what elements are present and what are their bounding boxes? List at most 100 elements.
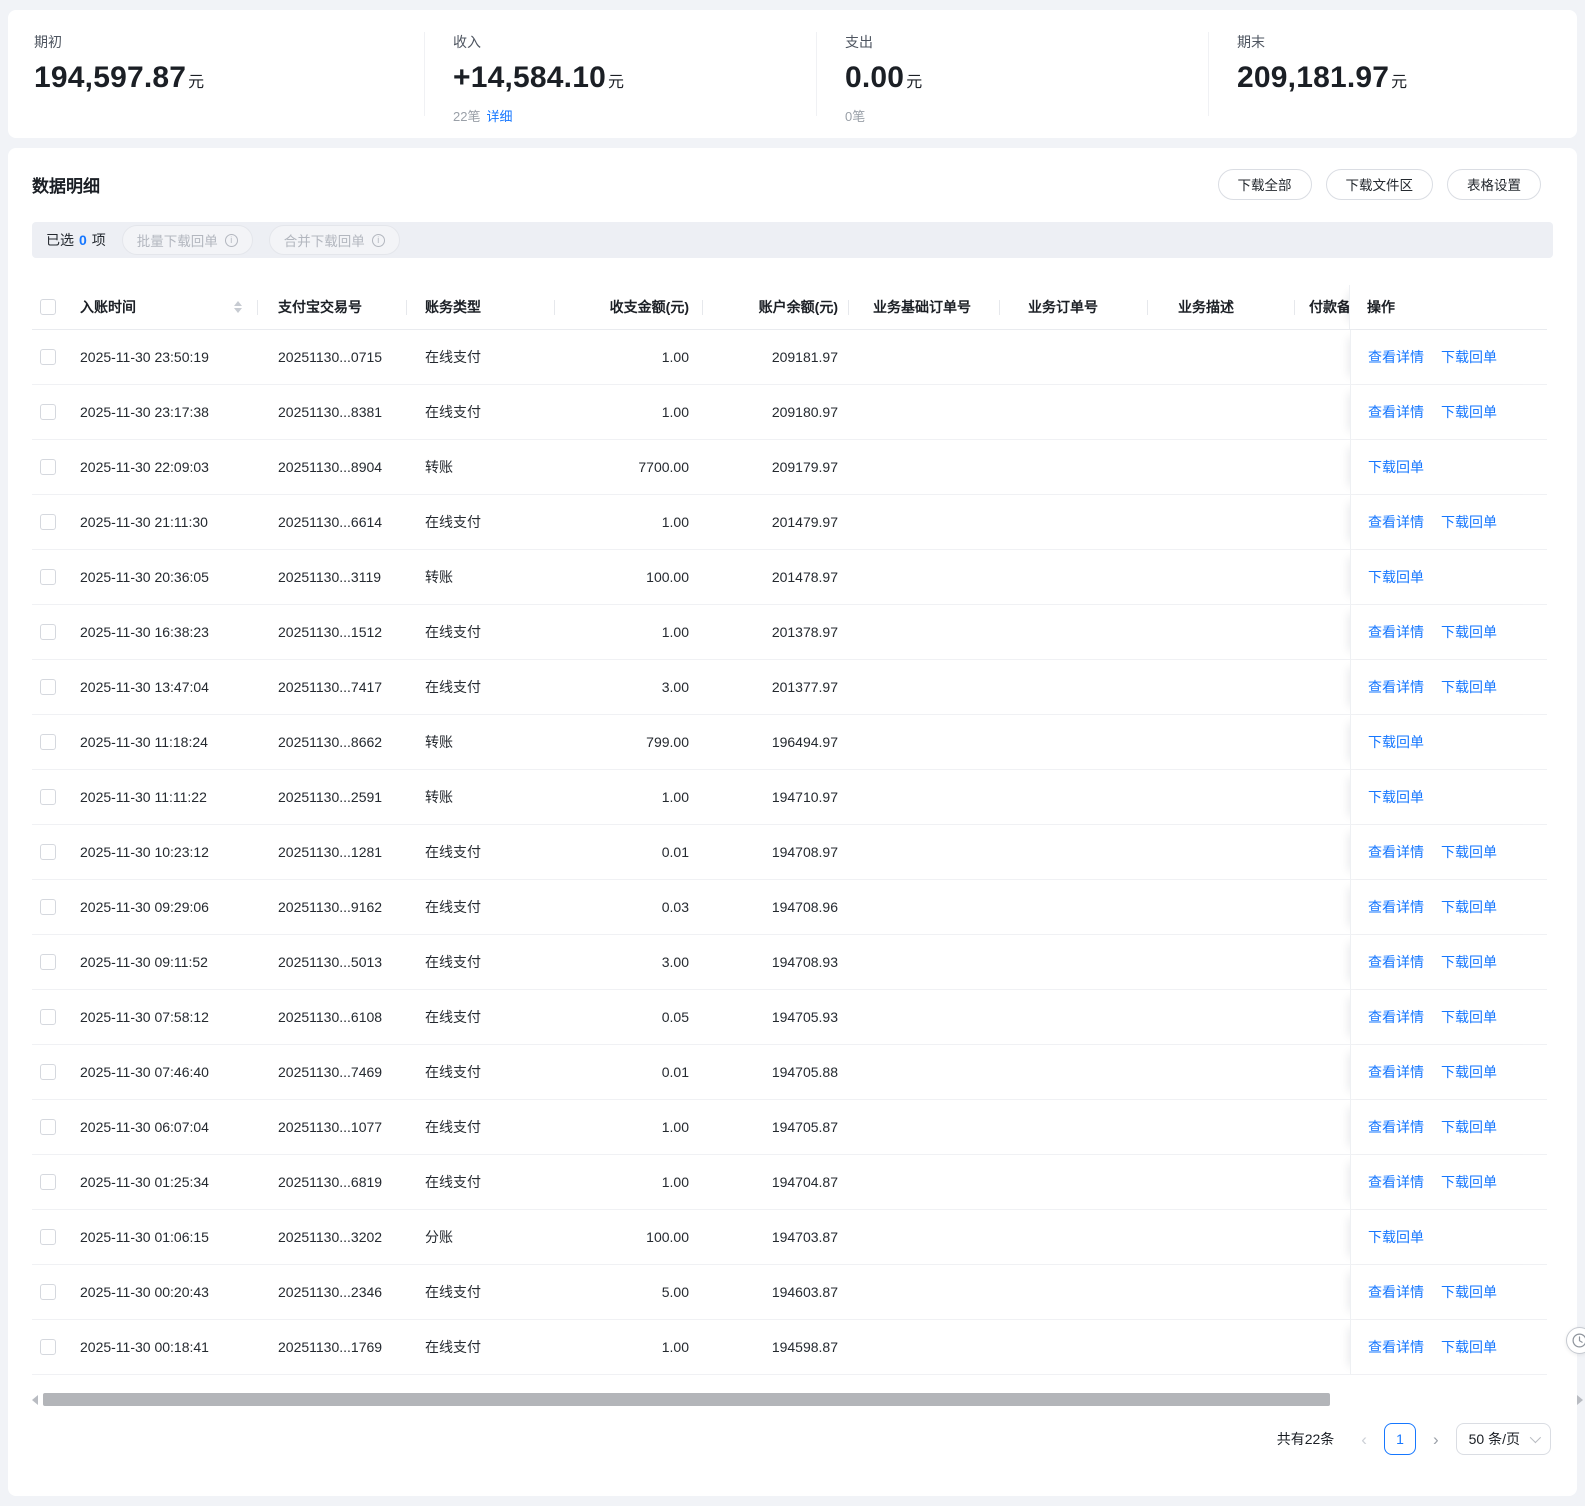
cell-desc [1148,935,1295,989]
row-checkbox[interactable] [40,899,56,915]
download-receipt-link[interactable]: 下载回单 [1441,347,1497,367]
view-detail-link[interactable]: 查看详情 [1368,1117,1424,1137]
select-all-cell [32,285,66,329]
page-size-select[interactable]: 50 条/页 [1455,1423,1551,1455]
download-receipt-link[interactable]: 下载回单 [1441,1117,1497,1137]
row-checkbox[interactable] [40,514,56,530]
prev-page-icon[interactable]: ‹ [1359,1431,1369,1448]
view-detail-link[interactable]: 查看详情 [1368,1282,1424,1302]
cell-balance: 196494.97 [771,734,838,750]
scroll-right-arrow-icon[interactable] [1577,1395,1583,1405]
stat-value: 0.00 元 [845,61,923,94]
download-receipt-link[interactable]: 下载回单 [1441,952,1497,972]
row-checkbox[interactable] [40,1229,56,1245]
row-checkbox[interactable] [40,1284,56,1300]
sort-icon[interactable] [234,301,242,313]
view-detail-link[interactable]: 查看详情 [1368,677,1424,697]
cell-actions: 查看详情 下载回单 [1350,880,1547,934]
view-detail-link[interactable]: 查看详情 [1368,1007,1424,1027]
view-detail-link[interactable]: 查看详情 [1368,1172,1424,1192]
stat-sub: 0笔 [845,106,1208,125]
chevron-down-icon [1529,1431,1542,1444]
page-number-button[interactable]: 1 [1383,1423,1416,1455]
expense-count: 0笔 [845,109,866,124]
select-all-checkbox[interactable] [40,299,56,315]
download-receipt-link[interactable]: 下载回单 [1441,512,1497,532]
download-receipt-link[interactable]: 下载回单 [1441,677,1497,697]
view-detail-link[interactable]: 查看详情 [1368,897,1424,917]
cell-base-order [849,825,1000,879]
download-file-area-button[interactable]: 下载文件区 [1325,168,1433,200]
view-detail-link[interactable]: 查看详情 [1368,622,1424,642]
view-detail-link[interactable]: 查看详情 [1368,952,1424,972]
row-checkbox[interactable] [40,1339,56,1355]
row-checkbox[interactable] [40,624,56,640]
currency-unit: 元 [906,74,923,91]
cell-time: 2025-11-30 01:25:34 [80,1174,209,1190]
download-receipt-link[interactable]: 下载回单 [1368,787,1424,807]
table-row: 2025-11-30 01:25:34 20251130...6819 在线支付… [32,1155,1547,1210]
row-checkbox[interactable] [40,679,56,695]
download-receipt-link[interactable]: 下载回单 [1368,732,1424,752]
download-receipt-link[interactable]: 下载回单 [1441,842,1497,862]
download-receipt-link[interactable]: 下载回单 [1441,622,1497,642]
row-checkbox[interactable] [40,404,56,420]
scroll-left-arrow-icon[interactable] [32,1395,38,1405]
cell-remark [1295,770,1349,824]
cell-desc [1148,880,1295,934]
cell-actions: 查看详情 下载回单 [1350,1265,1547,1319]
row-checkbox[interactable] [40,954,56,970]
download-receipt-link[interactable]: 下载回单 [1368,567,1424,587]
row-checkbox[interactable] [40,734,56,750]
horizontal-scrollbar[interactable] [32,1393,1583,1407]
download-receipt-link[interactable]: 下载回单 [1441,1062,1497,1082]
table-row: 2025-11-30 23:17:38 20251130...8381 在线支付… [32,385,1547,440]
batch-download-receipt-button[interactable]: 批量下载回单 i [121,225,253,255]
scrollbar-thumb[interactable] [43,1393,1330,1406]
view-detail-link[interactable]: 查看详情 [1368,402,1424,422]
view-detail-link[interactable]: 查看详情 [1368,842,1424,862]
row-select-cell [32,1210,66,1264]
row-checkbox[interactable] [40,569,56,585]
view-detail-link[interactable]: 查看详情 [1368,1337,1424,1357]
table-row: 2025-11-30 11:11:22 20251130...2591 转账 1… [32,770,1547,825]
view-detail-link[interactable]: 查看详情 [1368,512,1424,532]
income-detail-link[interactable]: 详细 [486,109,512,124]
row-checkbox[interactable] [40,349,56,365]
cell-base-order [849,1320,1000,1374]
row-checkbox[interactable] [40,1064,56,1080]
selected-suffix: 项 [91,232,106,248]
download-receipt-link[interactable]: 下载回单 [1441,1337,1497,1357]
row-checkbox[interactable] [40,1119,56,1135]
download-receipt-link[interactable]: 下载回单 [1368,1227,1424,1247]
cell-actions: 下载回单 [1350,550,1547,604]
col-header-txn-id: 支付宝交易号 [258,285,407,329]
cell-time: 2025-11-30 10:23:12 [80,844,209,860]
cell-txn-id: 20251130...5013 [278,954,383,970]
col-header-balance: 账户余额(元) [703,285,849,329]
next-page-icon[interactable]: › [1431,1431,1441,1448]
download-receipt-link[interactable]: 下载回单 [1441,1282,1497,1302]
row-checkbox[interactable] [40,789,56,805]
view-detail-link[interactable]: 查看详情 [1368,1062,1424,1082]
download-receipt-link[interactable]: 下载回单 [1441,402,1497,422]
download-receipt-link[interactable]: 下载回单 [1368,457,1424,477]
download-all-button[interactable]: 下载全部 [1217,168,1312,200]
cell-txn-id: 20251130...8904 [278,459,383,475]
cell-remark [1295,715,1349,769]
view-detail-link[interactable]: 查看详情 [1368,347,1424,367]
download-receipt-link[interactable]: 下载回单 [1441,1172,1497,1192]
merge-download-receipt-button[interactable]: 合并下载回单 i [268,225,400,255]
download-receipt-link[interactable]: 下载回单 [1441,1007,1497,1027]
table-settings-button[interactable]: 表格设置 [1447,168,1541,200]
download-receipt-link[interactable]: 下载回单 [1441,897,1497,917]
cell-order [1000,440,1148,494]
cell-order [1000,935,1148,989]
row-checkbox[interactable] [40,844,56,860]
cell-amount: 5.00 [661,1284,689,1300]
row-checkbox[interactable] [40,1009,56,1025]
row-checkbox[interactable] [40,1174,56,1190]
cell-amount: 1.00 [661,624,689,640]
row-checkbox[interactable] [40,459,56,475]
cell-desc [1148,440,1295,494]
